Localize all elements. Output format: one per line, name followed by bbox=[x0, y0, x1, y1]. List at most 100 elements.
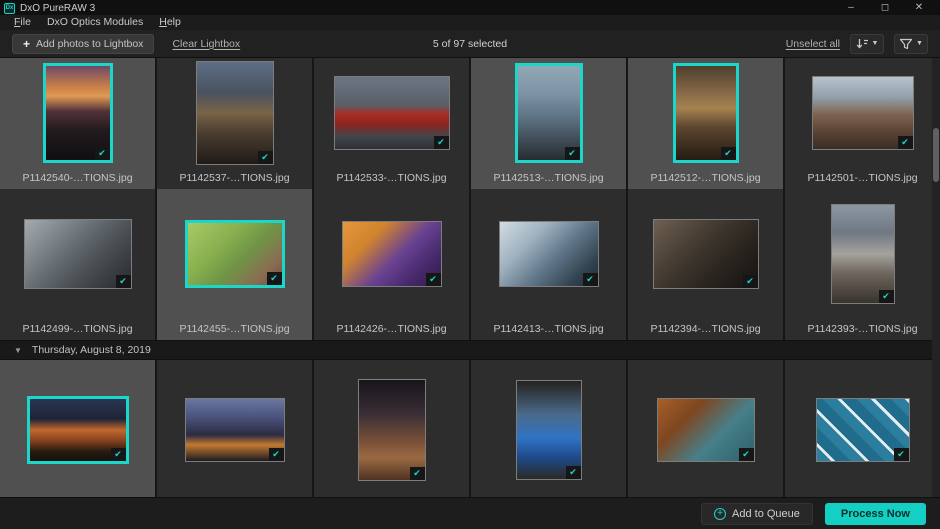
photo-cell[interactable]: ✔ P1142513-…TIONS.jpg bbox=[471, 58, 626, 189]
photo-cell[interactable]: ✔ P1142413-…TIONS.jpg bbox=[471, 189, 626, 340]
checkmark-badge[interactable]: ✔ bbox=[739, 448, 754, 461]
photo-filename: P1142393-…TIONS.jpg bbox=[807, 319, 917, 340]
checkmark-badge[interactable]: ✔ bbox=[434, 136, 449, 149]
checkmark-badge[interactable]: ✔ bbox=[269, 448, 284, 461]
photo-thumbnail-cyclist-bridge[interactable]: ✔ bbox=[24, 219, 132, 289]
check-icon: ✔ bbox=[261, 153, 269, 162]
photo-thumbnail-blue-mini-mural[interactable]: ✔ bbox=[516, 380, 582, 480]
photo-thumbnail-street-dusk[interactable]: ✔ bbox=[196, 61, 274, 165]
process-now-button[interactable]: Process Now bbox=[825, 503, 926, 525]
check-icon: ✔ bbox=[897, 450, 905, 459]
checkmark-badge[interactable]: ✔ bbox=[583, 273, 598, 286]
action-bar: + Add to Queue Process Now bbox=[0, 497, 940, 529]
checkmark-badge[interactable]: ✔ bbox=[898, 136, 913, 149]
photo-thumbnail-sunset-truck[interactable]: ✔ bbox=[43, 63, 113, 163]
menu-item-help[interactable]: Help bbox=[151, 15, 189, 30]
window-title: DxO PureRAW 3 bbox=[20, 3, 95, 14]
add-to-queue-label: Add to Queue bbox=[732, 508, 800, 520]
photo-cell[interactable]: ✔ bbox=[471, 360, 626, 497]
checkmark-badge[interactable]: ✔ bbox=[721, 147, 736, 160]
photo-filename: P1142540-…TIONS.jpg bbox=[22, 168, 132, 189]
menu-item-dxo-optics-modules[interactable]: DxO Optics Modules bbox=[39, 15, 151, 30]
check-icon: ✔ bbox=[270, 274, 278, 283]
lightbox-grid-area: ✔ P1142540-…TIONS.jpg ✔ P1142537-…TIONS.… bbox=[0, 58, 940, 497]
checkmark-badge[interactable]: ✔ bbox=[258, 151, 273, 164]
photo-thumbnail-stone-entrance[interactable]: ✔ bbox=[673, 63, 739, 163]
checkmark-badge[interactable]: ✔ bbox=[879, 290, 894, 303]
checkmark-badge[interactable]: ✔ bbox=[894, 448, 909, 461]
photo-cell[interactable]: ✔ P1142394-…TIONS.jpg bbox=[628, 189, 783, 340]
photo-cell[interactable]: ✔ bbox=[157, 360, 312, 497]
check-icon: ✔ bbox=[114, 450, 122, 459]
filter-button[interactable]: ▼ bbox=[894, 34, 928, 54]
date-group-header[interactable]: ▼Thursday, August 8, 2019 bbox=[0, 340, 940, 360]
checkmark-badge[interactable]: ✔ bbox=[743, 275, 758, 288]
add-to-queue-button[interactable]: + Add to Queue bbox=[701, 503, 813, 525]
photo-thumbnail-bike-racks[interactable]: ✔ bbox=[499, 221, 599, 287]
photo-thumbnail-blue-sign-stripes[interactable]: ✔ bbox=[816, 398, 910, 462]
photo-cell[interactable]: ✔ P1142533-…TIONS.jpg bbox=[314, 58, 469, 189]
photo-cell[interactable]: ✔ P1142426-…TIONS.jpg bbox=[314, 189, 469, 340]
scrollbar-thumb[interactable] bbox=[933, 128, 939, 182]
photo-thumbnail-stair-mural[interactable]: ✔ bbox=[358, 379, 426, 481]
checkmark-badge[interactable]: ✔ bbox=[116, 275, 131, 288]
photo-thumbnail-street-cars[interactable]: ✔ bbox=[831, 204, 895, 304]
check-icon: ✔ bbox=[98, 149, 106, 158]
photo-thumbnail-copper-pipes[interactable]: ✔ bbox=[657, 398, 755, 462]
photo-thumbnail-night-building[interactable]: ✔ bbox=[185, 398, 285, 462]
menu-item-file[interactable]: File bbox=[6, 15, 39, 30]
photo-cell[interactable]: ✔ P1142501-…TIONS.jpg bbox=[785, 58, 940, 189]
photo-cell[interactable]: ✔ bbox=[314, 360, 469, 497]
checkmark-badge[interactable]: ✔ bbox=[410, 467, 425, 480]
toolbar: 5 of 97 selected + Add photos to Lightbo… bbox=[0, 30, 940, 58]
photo-cell[interactable]: ✔ P1142512-…TIONS.jpg bbox=[628, 58, 783, 189]
photo-thumbnail-house-blossoms[interactable]: ✔ bbox=[812, 76, 914, 150]
check-icon: ✔ bbox=[569, 468, 577, 477]
checkmark-badge[interactable]: ✔ bbox=[95, 147, 110, 160]
photo-thumbnail-red-sports-car[interactable]: ✔ bbox=[334, 76, 450, 150]
check-icon: ✔ bbox=[901, 138, 909, 147]
photo-filename: P1142533-…TIONS.jpg bbox=[336, 168, 446, 189]
checkmark-badge[interactable]: ✔ bbox=[565, 147, 580, 160]
checkmark-badge[interactable]: ✔ bbox=[267, 272, 282, 285]
filter-icon bbox=[899, 38, 913, 50]
photo-filename: P1142499-…TIONS.jpg bbox=[22, 319, 132, 340]
vertical-scrollbar[interactable] bbox=[932, 58, 940, 497]
photo-cell[interactable]: ✔ bbox=[0, 360, 155, 497]
checkmark-badge[interactable]: ✔ bbox=[111, 448, 126, 461]
photo-thumbnail-green-leaves[interactable]: ✔ bbox=[185, 220, 285, 288]
photo-filename: P1142537-…TIONS.jpg bbox=[179, 168, 289, 189]
add-photos-button[interactable]: + Add photos to Lightbox bbox=[12, 34, 154, 54]
date-group-label: Thursday, August 8, 2019 bbox=[32, 344, 151, 356]
check-icon: ✔ bbox=[742, 450, 750, 459]
plus-icon: + bbox=[23, 37, 30, 51]
clear-lightbox-link[interactable]: Clear Lightbox bbox=[172, 38, 240, 50]
menu-bar: FileDxO Optics ModulesHelp bbox=[0, 15, 940, 30]
photo-cell[interactable]: ✔ P1142499-…TIONS.jpg bbox=[0, 189, 155, 340]
check-icon: ✔ bbox=[568, 149, 576, 158]
photo-filename: P1142512-…TIONS.jpg bbox=[650, 168, 760, 189]
close-button[interactable]: ✕ bbox=[902, 1, 936, 15]
photo-thumbnail-steering-wheel[interactable]: ✔ bbox=[653, 219, 759, 289]
sort-order-button[interactable]: ▼ bbox=[850, 34, 884, 54]
photo-thumbnail-neon-beer-sign[interactable]: ✔ bbox=[27, 396, 129, 464]
photo-cell[interactable]: ✔ P1142540-…TIONS.jpg bbox=[0, 58, 155, 189]
maximize-button[interactable]: ◻ bbox=[868, 1, 902, 15]
minimize-button[interactable]: – bbox=[834, 1, 868, 15]
chevron-down-icon: ▼ bbox=[872, 40, 879, 47]
check-icon: ✔ bbox=[882, 292, 890, 301]
photo-cell[interactable]: ✔ bbox=[628, 360, 783, 497]
photo-cell[interactable]: ✔ bbox=[785, 360, 940, 497]
photo-filename: P1142455-…TIONS.jpg bbox=[179, 319, 289, 340]
title-bar: Dx DxO PureRAW 3 – ◻ ✕ bbox=[0, 0, 940, 15]
photo-cell[interactable]: ✔ P1142537-…TIONS.jpg bbox=[157, 58, 312, 189]
check-icon: ✔ bbox=[724, 149, 732, 158]
unselect-all-link[interactable]: Unselect all bbox=[786, 38, 840, 50]
app-logo-icon: Dx bbox=[4, 3, 15, 14]
checkmark-badge[interactable]: ✔ bbox=[426, 273, 441, 286]
photo-thumbnail-crane-tower[interactable]: ✔ bbox=[515, 63, 583, 163]
photo-cell[interactable]: ✔ P1142393-…TIONS.jpg bbox=[785, 189, 940, 340]
checkmark-badge[interactable]: ✔ bbox=[566, 466, 581, 479]
photo-cell[interactable]: ✔ P1142455-…TIONS.jpg bbox=[157, 189, 312, 340]
photo-thumbnail-pansy-flowers[interactable]: ✔ bbox=[342, 221, 442, 287]
